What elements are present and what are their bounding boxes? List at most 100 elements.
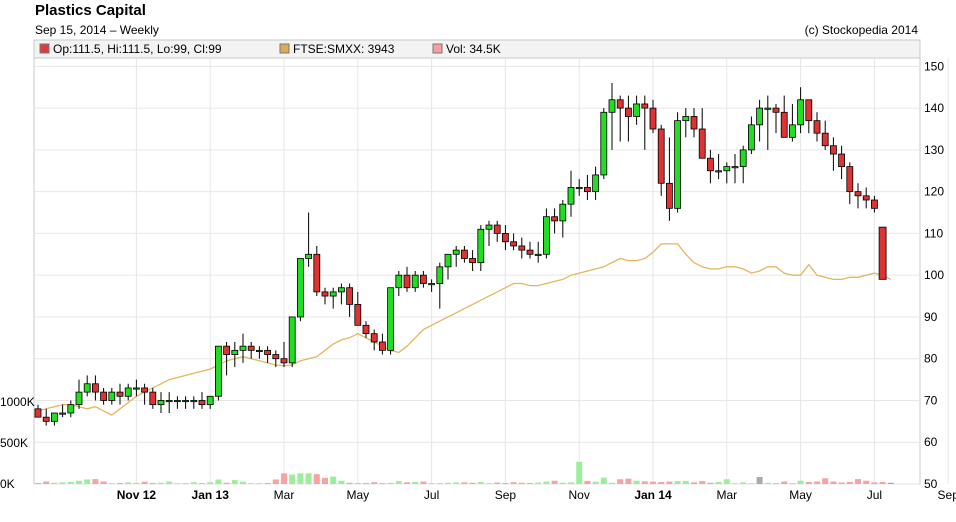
candle [149, 387, 157, 409]
time-tick-label: Sep [495, 488, 517, 502]
volume-bar [404, 482, 410, 484]
volume-bar [477, 481, 484, 484]
candle-body [715, 170, 722, 173]
volume-bar [453, 482, 460, 484]
volume-bar [887, 482, 894, 484]
candle-body [797, 99, 804, 126]
time-tick-label: May [346, 488, 369, 502]
candle [797, 87, 804, 134]
candle-body [518, 245, 526, 251]
volume-bar [773, 483, 779, 484]
volume-bar [428, 483, 435, 484]
candle [296, 258, 304, 322]
candle-body [419, 274, 427, 284]
volume-bar [297, 473, 304, 484]
volume-bar [436, 483, 443, 484]
candle [387, 287, 395, 355]
volume-bar [855, 479, 861, 484]
price-tick-label: 80 [924, 352, 938, 366]
volume-bar [67, 481, 74, 484]
candle [493, 220, 501, 242]
candle [567, 170, 575, 217]
candle [813, 112, 821, 142]
candle-body [280, 358, 288, 364]
volume-tick-label: 0K [0, 477, 15, 491]
candle [329, 287, 337, 309]
volume-bar [805, 481, 812, 484]
candle-body [264, 349, 272, 355]
candle-body [337, 287, 345, 293]
legend-swatch-volume [432, 43, 443, 54]
candle [428, 279, 436, 292]
candle [132, 379, 140, 397]
legend-swatch-price [39, 43, 50, 54]
volume-bar [740, 482, 747, 484]
candle [83, 375, 91, 397]
volume-bar [264, 483, 271, 484]
volume-bar [330, 476, 337, 484]
volume-bar [412, 481, 419, 484]
price-tick-label: 50 [924, 477, 938, 491]
volume-bar [699, 481, 706, 484]
volume-bar [682, 480, 689, 484]
candle [871, 195, 878, 213]
candle-body [190, 400, 198, 403]
candle [510, 233, 518, 251]
candle [805, 99, 813, 134]
price-tick-label: 100 [924, 268, 944, 282]
candle [780, 95, 788, 138]
candle-body [878, 226, 887, 280]
candle-body [395, 274, 403, 289]
candle-body [321, 291, 329, 297]
candle [100, 387, 107, 405]
candle-body [510, 241, 518, 247]
volume-bar [797, 480, 804, 484]
volume-bar [764, 482, 771, 484]
time-tick-label: Jul [424, 488, 439, 502]
candle-body [698, 128, 706, 159]
candle-body [501, 233, 509, 243]
volume-bar [240, 481, 246, 484]
candle [157, 392, 165, 413]
candle [633, 95, 640, 125]
candle [59, 404, 66, 418]
candle [592, 166, 599, 200]
candle-body [780, 111, 788, 138]
volume-bar [420, 481, 427, 484]
volume-tick-label: 500K [0, 436, 28, 450]
volume-bar [199, 483, 205, 484]
candle-body [313, 253, 321, 293]
candle [559, 200, 567, 238]
volume-bar [338, 480, 345, 484]
volume-bar [789, 483, 796, 484]
volume-bar [354, 483, 361, 484]
time-tick-label: Sep [938, 488, 956, 502]
candle-body [690, 116, 698, 130]
volume-bar [445, 482, 451, 484]
volume-bar [166, 481, 173, 484]
candle [255, 346, 263, 359]
candle-body [108, 391, 116, 401]
volume-bar [346, 482, 353, 484]
candle-body [854, 191, 862, 197]
volume-bar [518, 482, 525, 484]
candle [321, 287, 329, 305]
candle-body [296, 258, 304, 318]
candle [748, 116, 755, 155]
volume-bar [748, 483, 755, 484]
volume-bar [633, 480, 640, 484]
candle [854, 183, 862, 209]
candle [378, 333, 386, 355]
volume-bar [527, 483, 533, 484]
candle-body [772, 107, 780, 113]
candle [518, 237, 526, 259]
volume-bar [387, 482, 394, 484]
candle [313, 245, 321, 297]
volume-bar [43, 481, 50, 484]
volume-bar [223, 482, 230, 484]
candle [42, 408, 50, 426]
candle [878, 226, 887, 280]
volume-bar [838, 482, 845, 484]
candle-body [469, 258, 477, 264]
volume-bar [814, 481, 820, 484]
